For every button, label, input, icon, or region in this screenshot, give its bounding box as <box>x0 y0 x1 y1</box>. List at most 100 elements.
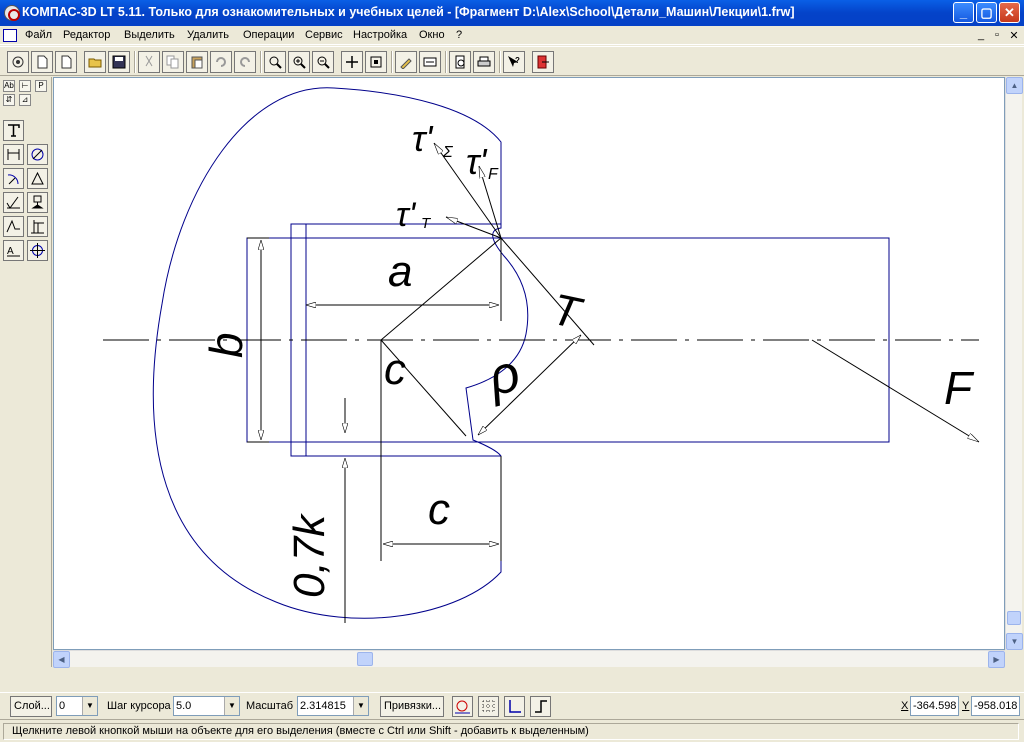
zoom-in-button[interactable] <box>288 51 310 73</box>
text-tool-button[interactable] <box>3 120 24 141</box>
table-button[interactable] <box>27 216 48 237</box>
menu-service[interactable]: Сервис <box>305 29 343 41</box>
save-icon <box>112 55 126 69</box>
menu-file[interactable]: Файл <box>25 29 52 41</box>
palette-tab-geometry[interactable]: ⊿ <box>19 94 31 106</box>
leader-button[interactable] <box>3 216 24 237</box>
new-doc-button[interactable] <box>31 51 53 73</box>
kompas-app-icon[interactable] <box>4 5 20 21</box>
scroll-down-button[interactable]: ▼ <box>1006 633 1023 650</box>
open-folder-icon <box>88 58 102 68</box>
redo-button[interactable] <box>234 51 256 73</box>
layers-icon <box>423 57 437 67</box>
menu-select[interactable]: Выделить <box>124 29 175 41</box>
base-button[interactable] <box>27 192 48 213</box>
zoom-button[interactable] <box>264 51 286 73</box>
menu-editor[interactable]: Редактор <box>63 29 110 41</box>
table-icon <box>31 220 44 234</box>
palette-tab-dims[interactable]: ⊢ <box>19 80 31 92</box>
mdi-restore-button[interactable]: ▫ <box>990 29 1004 41</box>
linear-dim-button[interactable] <box>3 144 24 165</box>
maximize-button[interactable]: ▢ <box>976 2 997 23</box>
new-sheet-button[interactable] <box>55 51 77 73</box>
status-message: Щелкните левой кнопкой мыши на объекте д… <box>3 723 1019 740</box>
menu-window[interactable]: Окно <box>419 29 445 41</box>
save-button[interactable] <box>108 51 130 73</box>
open-button[interactable] <box>84 51 106 73</box>
pan-view-button[interactable] <box>7 51 29 73</box>
document-icon[interactable] <box>3 29 17 42</box>
main-toolbar: ? <box>0 46 1024 76</box>
help-button[interactable]: ? <box>503 51 525 73</box>
title-bar: КОМПАС-3D LT 5.11. Только для ознакомите… <box>0 0 1024 26</box>
print-button[interactable] <box>473 51 495 73</box>
x-label: X <box>901 700 909 712</box>
zoom-icon <box>269 56 282 69</box>
copy-button[interactable] <box>162 51 184 73</box>
horizontal-scrollbar[interactable]: ◀ ▶ <box>53 650 1005 668</box>
pan-view-icon <box>12 56 24 68</box>
position-button[interactable]: A <box>3 240 24 261</box>
cut-icon <box>145 55 153 67</box>
scale-select[interactable]: 2.314815 ▼ <box>297 696 369 716</box>
snap-grid-button[interactable] <box>452 696 473 717</box>
property-bar: Слой... 0 ▼ Шаг курсора 5.0 ▼ Масштаб 2.… <box>0 692 1024 719</box>
x-coordinate-field[interactable]: -364.598 <box>910 696 959 716</box>
layer-select[interactable]: 0 ▼ <box>56 696 98 716</box>
roughness-button[interactable] <box>3 192 24 213</box>
layer-button[interactable]: Слой... <box>10 696 52 717</box>
cursor-step-select[interactable]: 5.0 ▼ <box>173 696 240 716</box>
palette-tab-arrows[interactable]: ⇵ <box>3 94 15 106</box>
scroll-up-button[interactable]: ▲ <box>1006 77 1023 94</box>
edit-button[interactable] <box>395 51 417 73</box>
zoom-fit-button[interactable] <box>365 51 387 73</box>
move-button[interactable] <box>341 51 363 73</box>
leader-icon <box>6 219 20 233</box>
vertical-scroll-thumb[interactable] <box>1007 611 1021 625</box>
paste-button[interactable] <box>186 51 208 73</box>
cut-button[interactable] <box>138 51 160 73</box>
angular-dim-icon <box>31 171 44 185</box>
angular-dim-button[interactable] <box>27 168 48 189</box>
ortho-icon <box>535 700 547 713</box>
menu-delete[interactable]: Удалить <box>187 29 229 41</box>
mdi-minimize-button[interactable]: _ <box>974 29 988 41</box>
print-preview-button[interactable] <box>449 51 471 73</box>
exit-button[interactable] <box>532 51 554 73</box>
snaps-button[interactable]: Привязки... <box>380 696 444 717</box>
local-cs-button[interactable] <box>504 696 525 717</box>
center-mark-button[interactable] <box>27 240 48 261</box>
mdi-close-button[interactable]: ✕ <box>1007 29 1021 42</box>
close-button[interactable]: ✕ <box>999 2 1020 23</box>
palette-tab-text[interactable]: Аb <box>3 80 15 92</box>
status-bar: Щелкните левой кнопкой мыши на объекте д… <box>0 719 1024 742</box>
minimize-button[interactable]: _ <box>953 2 974 23</box>
vertical-scrollbar[interactable]: ▲ ▼ <box>1005 77 1023 650</box>
drawing-canvas[interactable]: a b c c ρ T F 0,7k τ' Σ τ' F τ' T <box>53 77 1005 650</box>
menu-bar: Файл Редактор Выделить Удалить Операции … <box>0 26 1024 45</box>
undo-icon <box>216 57 226 67</box>
new-sheet-icon <box>61 55 72 69</box>
zoom-out-button[interactable] <box>312 51 334 73</box>
scroll-right-button[interactable]: ▶ <box>988 651 1005 668</box>
label-F: F <box>944 362 975 414</box>
undo-button[interactable] <box>210 51 232 73</box>
radius-dim-button[interactable] <box>3 168 24 189</box>
label-tau-sigma: τ' <box>412 118 433 159</box>
label-tau-sigma-sub: Σ <box>442 144 454 161</box>
grid-button[interactable] <box>478 696 499 717</box>
scroll-left-button[interactable]: ◀ <box>53 651 70 668</box>
y-coordinate-field[interactable]: -958.018 <box>971 696 1020 716</box>
ortho-button[interactable] <box>530 696 551 717</box>
toolbar-separator <box>260 51 262 73</box>
palette-tab-p[interactable]: P <box>35 80 47 92</box>
menu-settings[interactable]: Настройка <box>353 29 407 41</box>
scale-label: Масштаб <box>246 700 294 712</box>
menu-operations[interactable]: Операции <box>243 29 294 41</box>
menu-help[interactable]: ? <box>456 29 462 41</box>
horizontal-scroll-thumb[interactable] <box>357 652 373 666</box>
diameter-dim-button[interactable] <box>27 144 48 165</box>
layers-button[interactable] <box>419 51 441 73</box>
print-preview-icon <box>455 55 465 69</box>
dimension-lines <box>261 142 980 623</box>
